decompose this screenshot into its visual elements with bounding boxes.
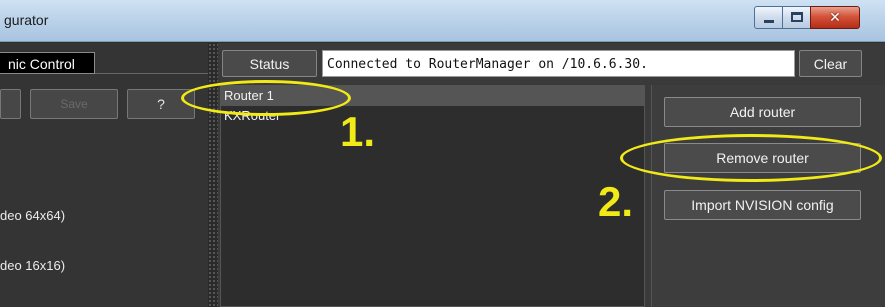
close-button[interactable]: ✕ <box>810 6 860 29</box>
maximize-button[interactable] <box>782 6 811 29</box>
title-bar: gurator ✕ <box>0 0 885 42</box>
window-title: gurator <box>4 12 49 28</box>
import-nvision-config-button[interactable]: Import NVISION config <box>664 190 861 220</box>
left-panel: nic Control Save ? deo 64x64) deo 16x16) <box>0 43 208 307</box>
step-2-label: 2. <box>598 178 634 225</box>
status-message-field: Connected to RouterManager on /10.6.6.30… <box>322 50 795 77</box>
clear-button[interactable]: Clear <box>799 50 862 77</box>
close-icon: ✕ <box>829 9 841 26</box>
step-1-label: 1. <box>340 108 376 155</box>
list-item[interactable]: deo 64x64) <box>0 208 65 223</box>
status-button[interactable]: Status <box>222 50 317 77</box>
highlight-router-1 <box>181 80 351 116</box>
tab-control[interactable]: nic Control <box>0 52 95 74</box>
list-item[interactable]: deo 16x16) <box>0 258 65 273</box>
minimize-icon <box>764 20 774 23</box>
save-button[interactable]: Save <box>30 89 118 119</box>
tab-divider <box>95 73 208 74</box>
highlight-remove-router <box>620 134 882 182</box>
add-router-button[interactable]: Add router <box>664 97 861 127</box>
minimize-button[interactable] <box>754 6 783 29</box>
maximize-icon <box>791 12 803 22</box>
router-list[interactable]: Router 1 KXRouter <box>220 85 645 307</box>
left-toolbar-button[interactable] <box>0 89 21 119</box>
